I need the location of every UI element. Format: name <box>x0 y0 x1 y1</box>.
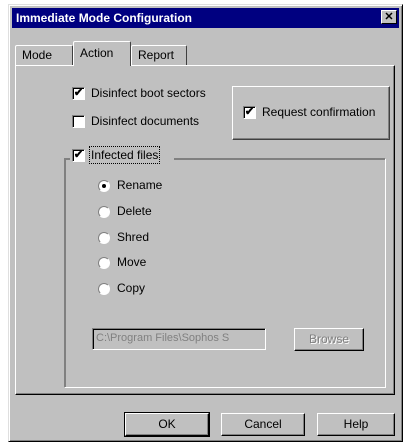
radio-dot-icon <box>102 184 106 188</box>
title-bar[interactable]: Immediate Mode Configuration ✕ <box>12 8 399 28</box>
radio-button[interactable] <box>98 180 110 192</box>
check-icon: ✔ <box>73 149 84 161</box>
tab-action-label: Action <box>80 46 114 60</box>
tab-action[interactable]: Action <box>73 41 131 66</box>
cancel-button[interactable]: Cancel <box>221 413 305 436</box>
radio-button[interactable] <box>98 232 110 244</box>
checkbox-box[interactable]: ✔ <box>72 87 85 100</box>
window-title: Immediate Mode Configuration <box>16 11 193 25</box>
radio-shred-label: Shred <box>117 230 150 244</box>
radio-button[interactable] <box>98 206 110 218</box>
tab-mode-label: Mode <box>22 48 53 62</box>
help-button[interactable]: Help <box>317 413 395 436</box>
check-icon: ✔ <box>244 106 255 118</box>
infected-files-label: Infected files <box>88 146 161 164</box>
disinfect-documents-label: Disinfect documents <box>91 114 200 128</box>
tab-report[interactable]: Report <box>131 45 187 65</box>
radio-button[interactable] <box>98 257 110 269</box>
radio-move-label: Move <box>117 255 147 269</box>
request-confirmation-label: Request confirmation <box>262 105 376 119</box>
disinfect-boot-sectors-label: Disinfect boot sectors <box>91 86 206 100</box>
tab-report-label: Report <box>138 48 175 62</box>
action-tab-panel: ✔ Disinfect boot sectors Disinfect docum… <box>15 65 395 395</box>
radio-button[interactable] <box>98 283 110 295</box>
tab-mode[interactable]: Mode <box>15 45 73 65</box>
radio-rename-label: Rename <box>117 178 163 192</box>
configuration-dialog: Immediate Mode Configuration ✕ Mode Acti… <box>8 4 403 442</box>
infected-files-checkbox[interactable]: ✔ Infected files <box>70 146 174 164</box>
checkbox-box[interactable]: ✔ <box>72 149 85 162</box>
ok-button[interactable]: OK <box>124 412 210 437</box>
radio-copy-label: Copy <box>117 281 146 295</box>
checkbox-box[interactable] <box>72 115 85 128</box>
radio-delete-label: Delete <box>117 204 152 218</box>
request-confirmation-frame: ✔ Request confirmation <box>232 86 390 140</box>
check-icon: ✔ <box>73 87 84 99</box>
infected-files-group <box>64 158 386 388</box>
checkbox-box[interactable]: ✔ <box>243 106 256 119</box>
close-icon[interactable]: ✕ <box>381 10 397 24</box>
browse-button[interactable]: Browse <box>294 328 364 351</box>
destination-path-input[interactable]: C:\Program Files\Sophos S <box>92 328 266 350</box>
